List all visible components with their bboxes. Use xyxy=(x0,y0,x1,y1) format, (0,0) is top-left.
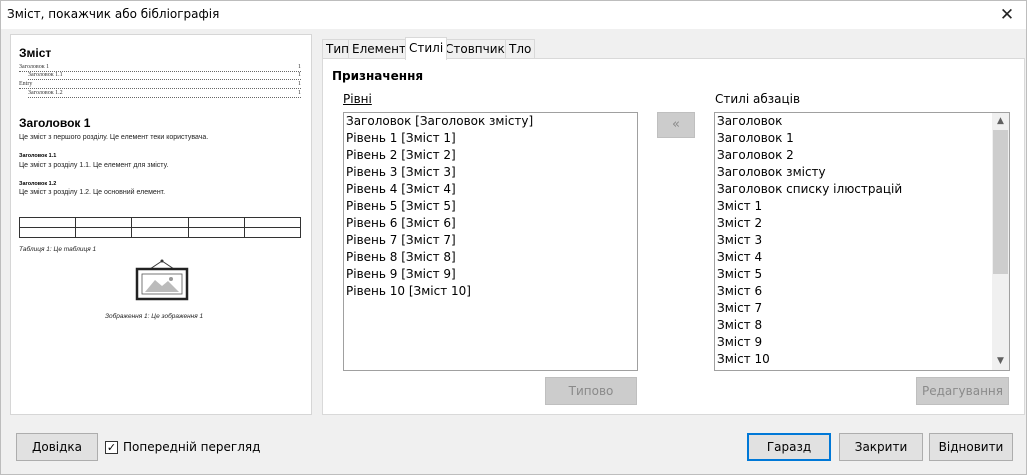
list-item[interactable]: Зміст 5 xyxy=(715,266,992,283)
paragraph-styles-list-items: Заголовок Заголовок 1 Заголовок 2 Заголовок… xyxy=(715,113,992,368)
list-item[interactable]: Зміст 10 xyxy=(715,351,992,368)
list-item[interactable]: Рівень 9 [Зміст 9] xyxy=(344,266,637,283)
edit-style-button[interactable]: Редагування xyxy=(916,377,1009,405)
list-item[interactable]: Рівень 5 [Зміст 5] xyxy=(344,198,637,215)
scroll-up-icon[interactable]: ▲ xyxy=(992,113,1009,130)
list-item[interactable]: Заголовок змісту xyxy=(715,164,992,181)
preview-checkbox-label: Попередній перегляд xyxy=(123,440,261,454)
preview-heading-1: Заголовок 1 xyxy=(19,116,91,130)
list-item[interactable]: Зміст 7 xyxy=(715,300,992,317)
list-item[interactable]: Заголовок 2 xyxy=(715,147,992,164)
ok-button[interactable]: Гаразд xyxy=(747,433,831,461)
preview-heading-1-2: Заголовок 1.2 xyxy=(19,181,57,187)
preview-heading-1-1: Заголовок 1.1 xyxy=(19,153,57,159)
preview-checkbox[interactable]: ✓ xyxy=(105,441,118,454)
list-item[interactable]: Рівень 10 [Зміст 10] xyxy=(344,283,637,300)
list-item[interactable]: Зміст 9 xyxy=(715,334,992,351)
list-item[interactable]: Рівень 2 [Зміст 2] xyxy=(344,147,637,164)
assign-style-button[interactable]: « xyxy=(657,112,695,138)
preview-text: Це зміст з розділу 1.1. Це елемент для з… xyxy=(19,162,169,169)
preview-table xyxy=(18,217,302,238)
preview-toc-entry: Entry 1 xyxy=(19,81,301,89)
list-item[interactable]: Рівень 1 [Зміст 1] xyxy=(344,130,637,147)
list-item[interactable]: Зміст 1 xyxy=(715,198,992,215)
paragraph-styles-label: Стилі абзаців xyxy=(715,92,801,106)
list-item[interactable]: Заголовок xyxy=(715,113,992,130)
list-item[interactable]: Зміст 2 xyxy=(715,215,992,232)
list-item[interactable]: Рівень 4 [Зміст 4] xyxy=(344,181,637,198)
assignment-section-title: Призначення xyxy=(332,69,424,83)
preview-text: Це зміст з розділу 1.2. Це основний елем… xyxy=(19,189,166,196)
dialog-window: Зміст, покажчик або бібліографія ✕ Зміст… xyxy=(0,0,1027,475)
preview-toc-entry: Заголовок 1.2 1 xyxy=(28,90,301,98)
list-item[interactable]: Зміст 8 xyxy=(715,317,992,334)
preview-toc-entry: Заголовок 1.1 1 xyxy=(28,72,301,80)
styles-panel: Призначення Рівні Заголовок [Заголовок з… xyxy=(322,58,1025,415)
scroll-down-icon[interactable]: ▼ xyxy=(992,353,1009,370)
title-bar: Зміст, покажчик або бібліографія ✕ xyxy=(1,1,1026,29)
preview-toc-title: Зміст xyxy=(19,46,52,60)
document-preview: Зміст Заголовок 11 Заголовок 1.1 1 Entry 1… xyxy=(10,34,312,415)
list-item[interactable]: Рівень 7 [Зміст 7] xyxy=(344,232,637,249)
picture-frame-icon xyxy=(135,259,189,301)
list-item[interactable]: Заголовок 1 xyxy=(715,130,992,147)
preview-image-caption: Зображення 1: Це зображення 1 xyxy=(105,313,204,320)
tab-background[interactable]: Тло xyxy=(505,39,536,58)
preview-text: Це зміст з першого розділу. Це елемент т… xyxy=(19,134,209,141)
close-button[interactable]: Закрити xyxy=(839,433,923,461)
list-item[interactable]: Зміст 3 xyxy=(715,232,992,249)
list-item[interactable]: Зміст 6 xyxy=(715,283,992,300)
list-item[interactable]: Рівень 6 [Зміст 6] xyxy=(344,215,637,232)
reset-button[interactable]: Відновити xyxy=(929,433,1013,461)
preview-table-caption: Таблиця 1: Це таблиця 1 xyxy=(19,246,97,253)
tab-styles[interactable]: Стилі xyxy=(405,37,448,60)
list-item[interactable]: Заголовок [Заголовок змісту] xyxy=(344,113,637,130)
styles-scrollbar[interactable]: ▲ ▼ xyxy=(992,113,1009,370)
paragraph-styles-list[interactable]: Заголовок Заголовок 1 Заголовок 2 Заголовок… xyxy=(714,112,1010,371)
help-button[interactable]: Довідка xyxy=(16,433,98,461)
list-item[interactable]: Рівень 3 [Зміст 3] xyxy=(344,164,637,181)
default-button[interactable]: Типово xyxy=(545,377,637,405)
levels-list-items: Заголовок [Заголовок змісту] Рівень 1 [Зм… xyxy=(344,113,637,300)
list-item[interactable]: Зміст 4 xyxy=(715,249,992,266)
list-item[interactable]: Заголовок списку ілюстрацій xyxy=(715,181,992,198)
window-title: Зміст, покажчик або бібліографія xyxy=(7,7,220,21)
list-item[interactable]: Рівень 8 [Зміст 8] xyxy=(344,249,637,266)
preview-toc-entry: Заголовок 11 xyxy=(19,64,301,72)
levels-label: Рівні xyxy=(343,92,372,106)
close-icon[interactable]: ✕ xyxy=(992,3,1022,27)
scrollbar-thumb[interactable] xyxy=(993,130,1008,274)
levels-list[interactable]: Заголовок [Заголовок змісту] Рівень 1 [Зм… xyxy=(343,112,638,371)
